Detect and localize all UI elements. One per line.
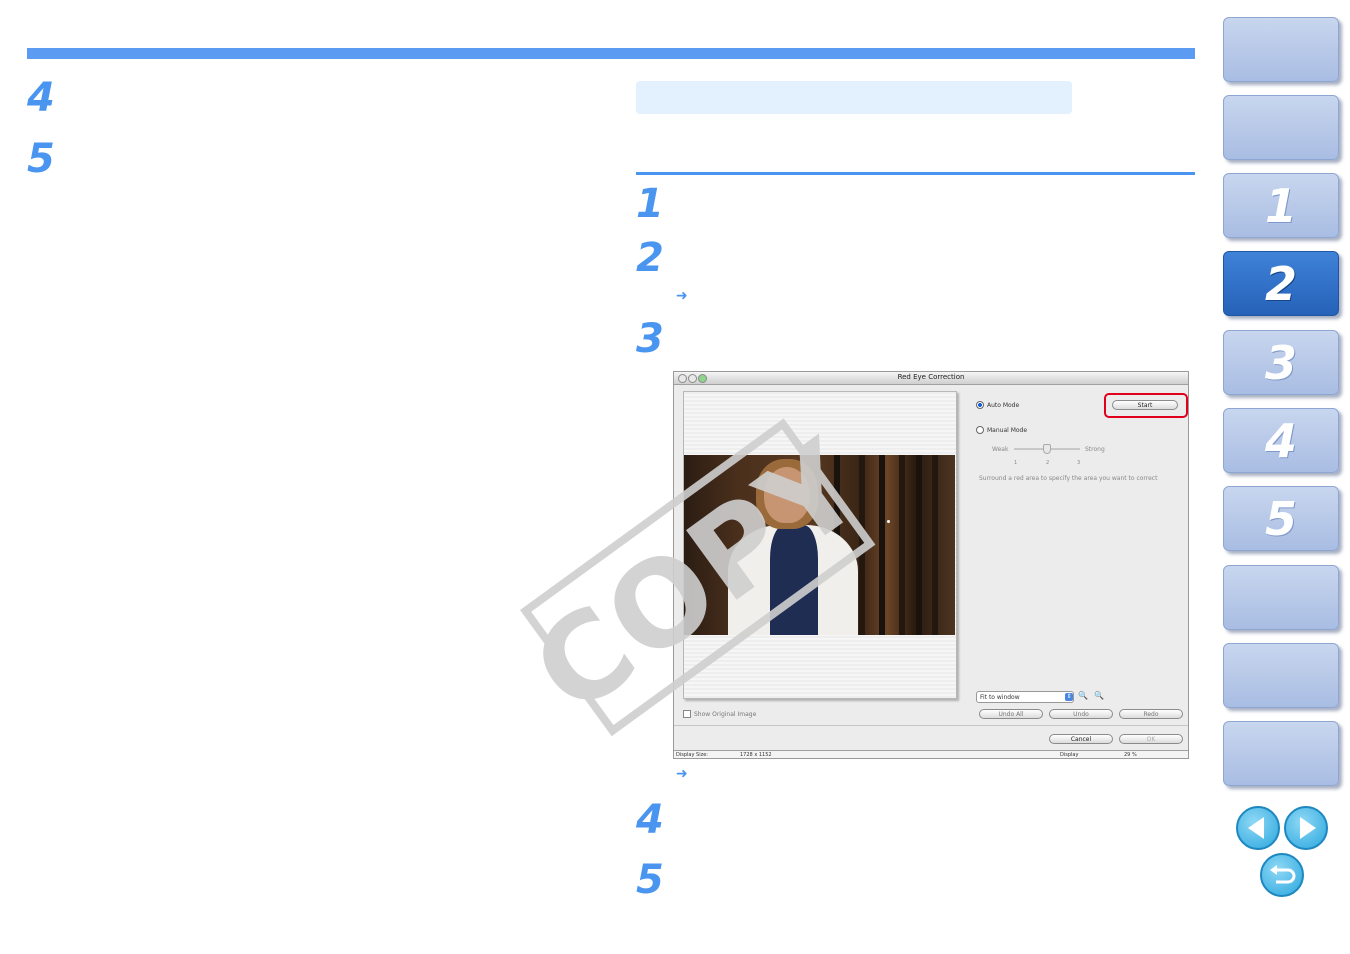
display-size-label: Display Size: xyxy=(676,752,708,758)
undo-button[interactable]: Undo xyxy=(1049,709,1113,719)
nav-chapter-2[interactable]: 2 xyxy=(1223,251,1339,316)
zoom-out-icon[interactable]: 🔍 xyxy=(1078,691,1088,700)
nav-button-appendix[interactable] xyxy=(1223,643,1339,708)
nav-chapter-3[interactable]: 3 xyxy=(1223,330,1339,395)
show-original-checkbox[interactable]: Show Original Image xyxy=(683,710,756,718)
weak-label: Weak xyxy=(992,446,1009,453)
strength-slider-thumb[interactable] xyxy=(1043,444,1051,454)
step-number-5-left: 5 xyxy=(27,136,55,182)
chevron-updown-icon: ⇕ xyxy=(1065,693,1073,701)
slider-tick: 1 xyxy=(1014,460,1018,466)
display-label: Display xyxy=(1060,752,1079,758)
nav-button-reference[interactable] xyxy=(1223,565,1339,630)
window-titlebar: Red Eye Correction xyxy=(674,372,1188,385)
step-number-3: 3 xyxy=(636,316,664,362)
redo-button[interactable]: Redo xyxy=(1119,709,1183,719)
return-arrow-icon xyxy=(1270,865,1296,884)
manual-mode-radio[interactable]: Manual Mode xyxy=(976,426,1027,434)
nav-button-index[interactable] xyxy=(1223,721,1339,786)
show-original-label: Show Original Image xyxy=(694,710,757,718)
status-bar: Display Size: 1728 x 1152 Display 29 % xyxy=(674,750,1188,758)
zoom-in-icon[interactable]: 🔍 xyxy=(1094,691,1104,700)
strong-label: Strong xyxy=(1085,446,1105,453)
ok-button[interactable]: OK xyxy=(1119,734,1183,744)
arrow-right-icon xyxy=(1300,817,1316,839)
instruction-text: Surround a red area to specify the area … xyxy=(979,475,1158,482)
step-number-4: 4 xyxy=(636,797,664,843)
fit-select[interactable]: Fit to window ⇕ xyxy=(976,691,1074,703)
slider-tick: 3 xyxy=(1077,460,1081,466)
nav-chapter-1[interactable]: 1 xyxy=(1223,173,1339,238)
step-number-4-left: 4 xyxy=(27,75,55,121)
undo-all-button[interactable]: Undo All xyxy=(979,709,1043,719)
result-arrow-icon: ➜ xyxy=(676,766,688,782)
top-rule-bar xyxy=(27,48,1195,59)
manual-mode-label: Manual Mode xyxy=(987,426,1028,434)
cancel-button[interactable]: Cancel xyxy=(1049,734,1113,744)
step-number-5: 5 xyxy=(636,857,664,903)
display-value: 29 % xyxy=(1124,752,1137,758)
section-rule xyxy=(636,172,1195,175)
nav-chapter-4[interactable]: 4 xyxy=(1223,408,1339,473)
slider-tick: 2 xyxy=(1046,460,1050,466)
step-number-1: 1 xyxy=(636,181,664,227)
section-heading-box xyxy=(636,81,1072,114)
step-number-2: 2 xyxy=(636,235,664,281)
nav-chapter-5[interactable]: 5 xyxy=(1223,486,1339,551)
display-size-value: 1728 x 1152 xyxy=(740,752,772,758)
divider xyxy=(674,725,1188,726)
result-arrow-icon: ➜ xyxy=(676,288,688,304)
start-button[interactable]: Start xyxy=(1112,400,1178,410)
window-title: Red Eye Correction xyxy=(897,373,965,381)
return-button[interactable] xyxy=(1260,853,1304,897)
nav-button-top[interactable] xyxy=(1223,17,1339,82)
next-page-button[interactable] xyxy=(1284,806,1328,850)
auto-mode-radio[interactable]: Auto Mode xyxy=(976,401,1019,409)
nav-button-contents[interactable] xyxy=(1223,95,1339,160)
fit-select-value: Fit to window xyxy=(980,693,1020,701)
previous-page-button[interactable] xyxy=(1236,806,1280,850)
arrow-left-icon xyxy=(1248,817,1264,839)
auto-mode-label: Auto Mode xyxy=(987,401,1020,409)
